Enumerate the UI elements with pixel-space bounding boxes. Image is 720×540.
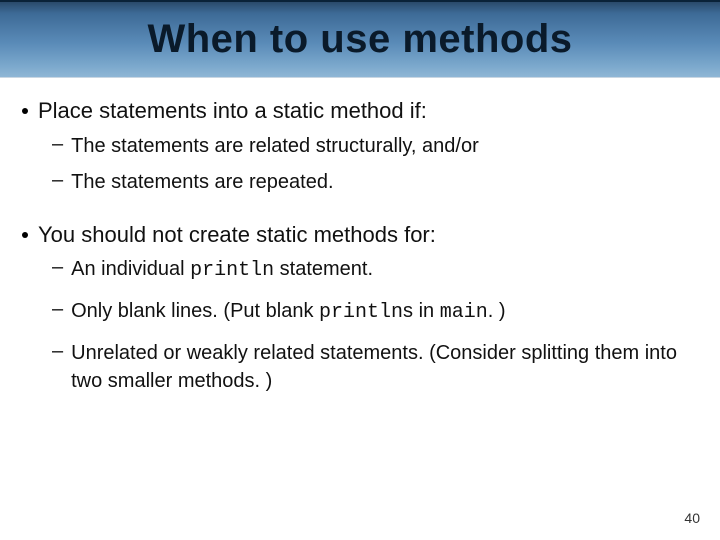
page-number: 40 (684, 510, 700, 526)
sub-text: Only blank lines. (Put blank printlns in… (71, 297, 505, 327)
slide-content: Place statements into a static method if… (0, 78, 720, 395)
dash-icon: – (52, 340, 63, 363)
sub-text: The statements are repeated. (71, 168, 333, 196)
sub-text: An individual println statement. (71, 255, 373, 285)
sub-item: – The statements are repeated. (52, 168, 698, 196)
sub-list: – An individual println statement. – Onl… (52, 255, 698, 395)
sub-text: Unrelated or weakly related statements. … (71, 339, 698, 395)
dash-icon: – (52, 256, 63, 279)
bullet-dot-icon (22, 108, 28, 114)
bullet-dot-icon (22, 232, 28, 238)
dash-icon: – (52, 169, 63, 192)
sub-list: – The statements are related structurall… (52, 132, 698, 196)
dash-icon: – (52, 298, 63, 321)
dash-icon: – (52, 133, 63, 156)
sub-item: – Unrelated or weakly related statements… (52, 339, 698, 395)
bullet-item: You should not create static methods for… (22, 220, 698, 250)
sub-item: – The statements are related structurall… (52, 132, 698, 160)
bullet-text: You should not create static methods for… (38, 220, 436, 250)
bullet-text: Place statements into a static method if… (38, 96, 427, 126)
bullet-item: Place statements into a static method if… (22, 96, 698, 126)
sub-item: – Only blank lines. (Put blank printlns … (52, 297, 698, 327)
sub-item: – An individual println statement. (52, 255, 698, 285)
slide-title: When to use methods (147, 17, 572, 62)
sub-text: The statements are related structurally,… (71, 132, 479, 160)
title-bar: When to use methods (0, 0, 720, 78)
